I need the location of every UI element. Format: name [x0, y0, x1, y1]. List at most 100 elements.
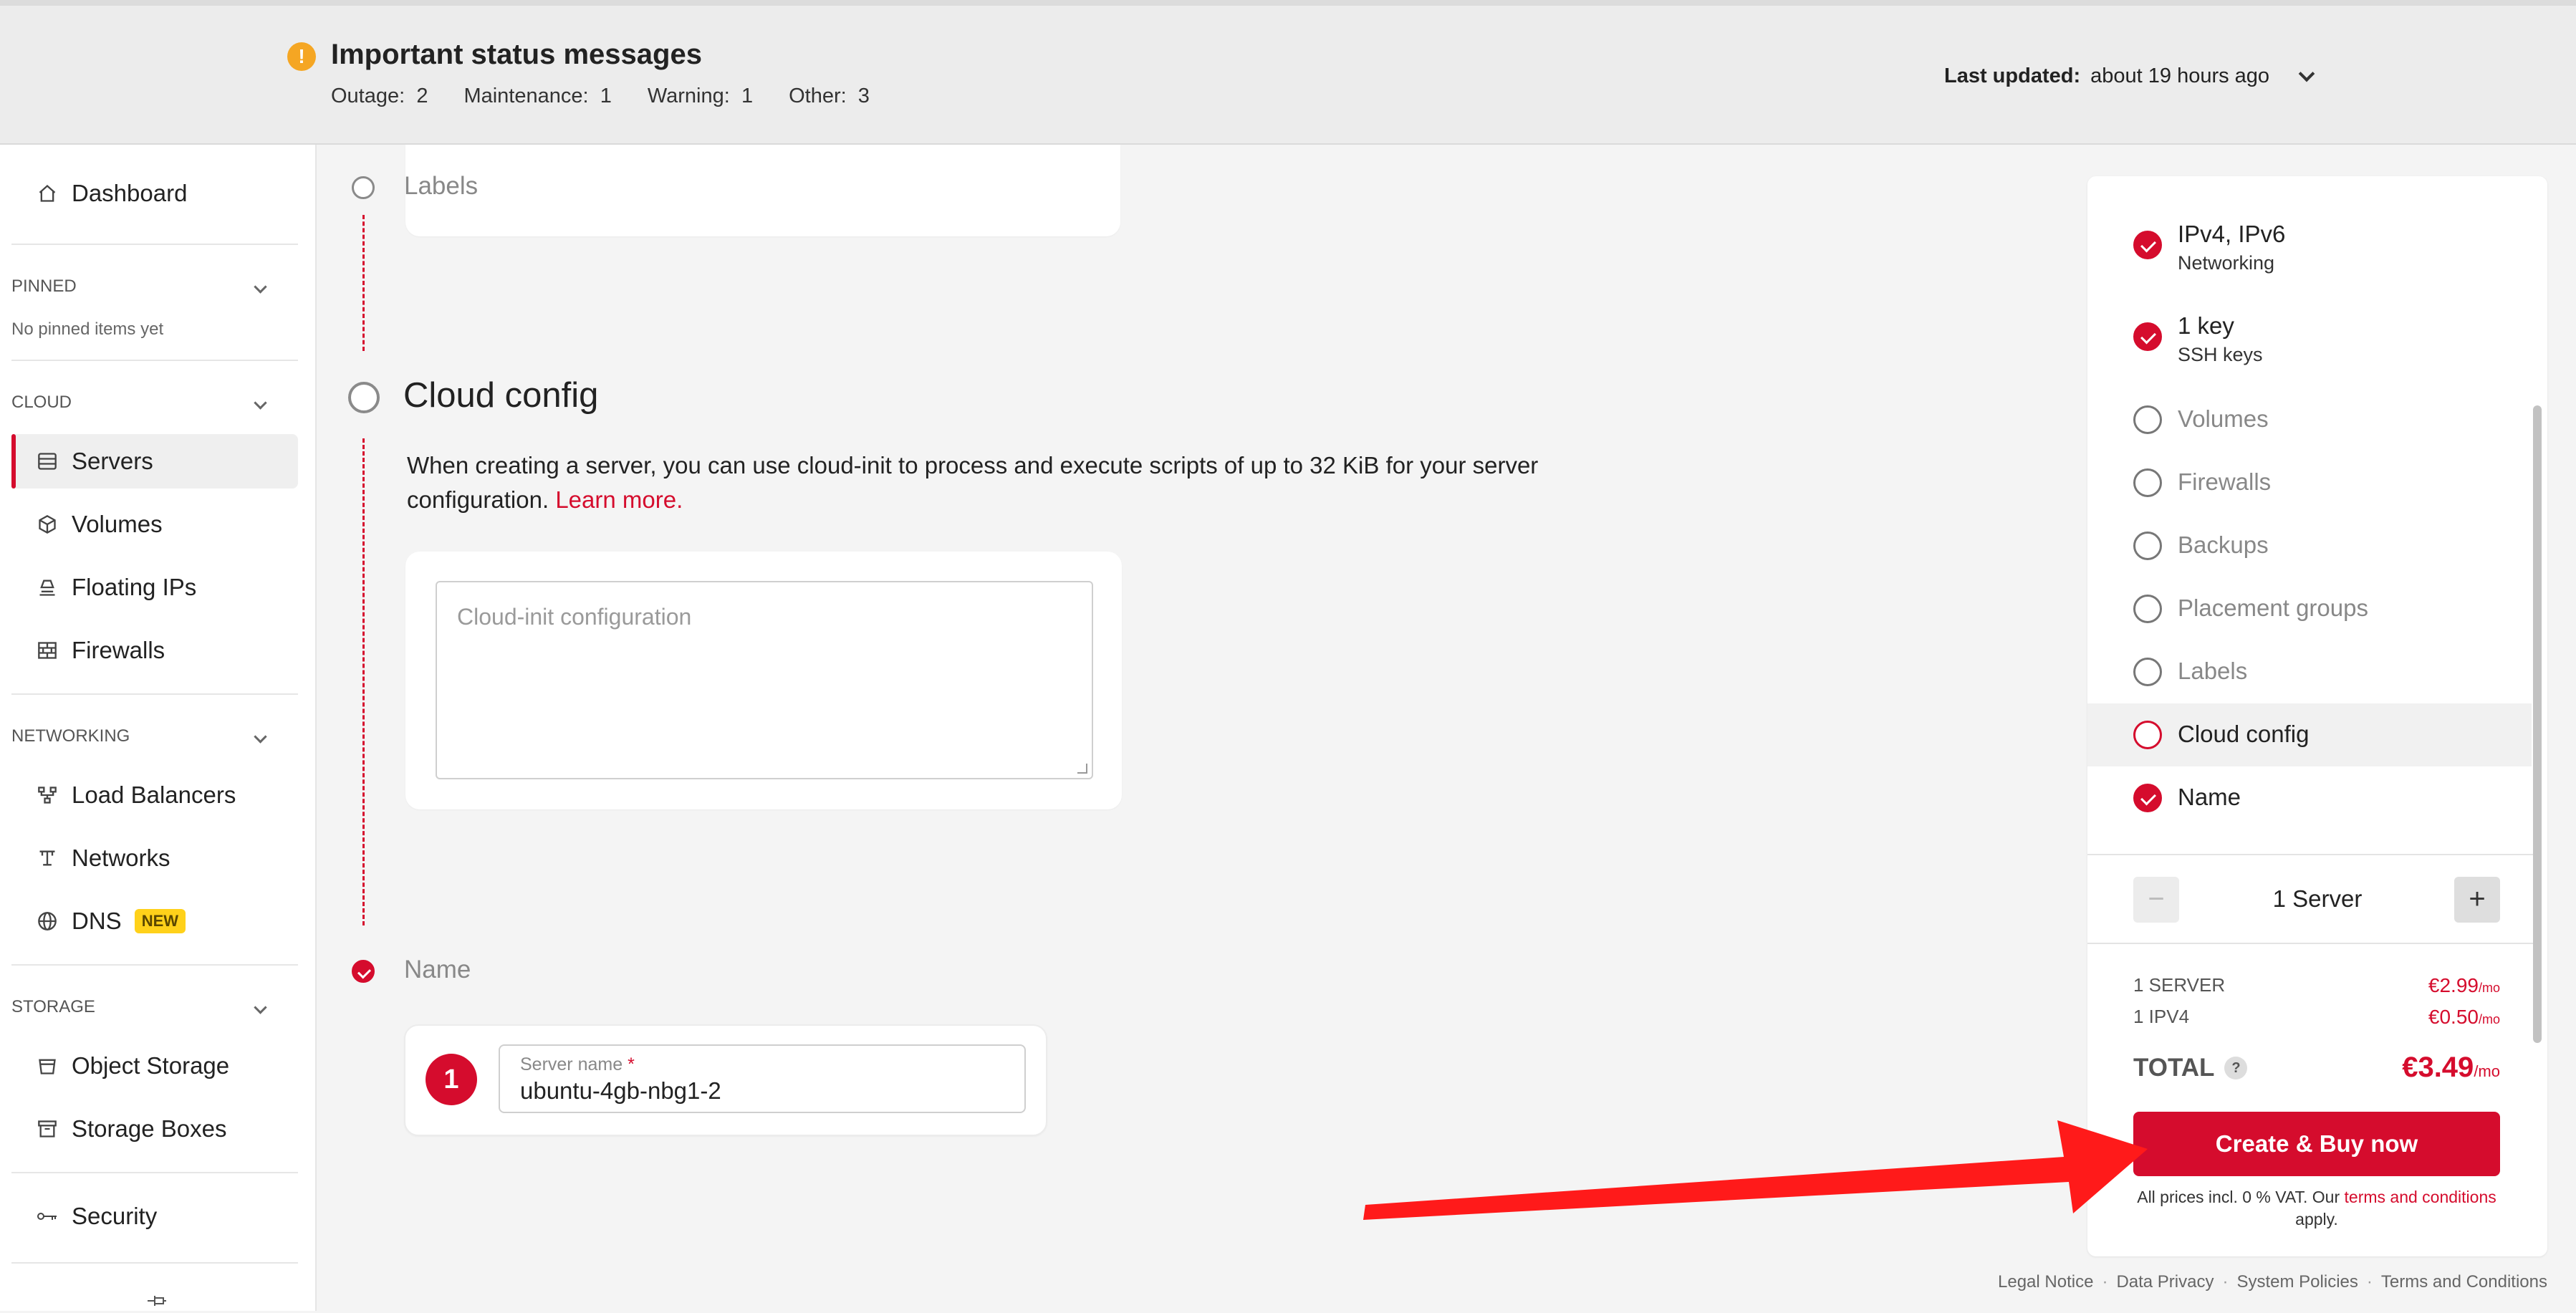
sidebar-item-label: Volumes: [72, 511, 163, 537]
sidebar-item-label: Dashboard: [72, 180, 188, 206]
divider: [2087, 943, 2533, 944]
server-name-value: ubuntu-4gb-nbg1-2: [520, 1077, 721, 1104]
chevron-down-icon[interactable]: [2298, 65, 2315, 82]
labels-step-title: Labels: [404, 172, 479, 200]
cube-icon: [34, 514, 60, 534]
maintenance-count: Maintenance: 1: [463, 85, 612, 107]
summary-cloud-config[interactable]: Cloud config: [2087, 703, 2532, 766]
sidebar-item-networks[interactable]: Networks: [11, 831, 298, 885]
summary-scrollbar[interactable]: [2533, 405, 2542, 1043]
load-balancer-icon: [34, 785, 60, 805]
sidebar-item-storage-boxes[interactable]: Storage Boxes: [11, 1102, 298, 1156]
summary-name[interactable]: Name: [2087, 766, 2532, 829]
network-icon: [34, 848, 60, 868]
learn-more-link[interactable]: Learn more.: [555, 486, 683, 513]
summary-labels[interactable]: Labels: [2087, 640, 2532, 703]
sidebar-item-label: Floating IPs: [72, 574, 197, 600]
sidebar-item-security[interactable]: Security: [11, 1189, 298, 1244]
data-privacy-link[interactable]: Data Privacy: [2116, 1272, 2214, 1292]
sidebar-item-label: Load Balancers: [72, 781, 236, 808]
name-step-indicator: [352, 960, 375, 983]
order-summary: IPv4, IPv6 Networking 1 key SSH keys Vol…: [2087, 176, 2547, 1256]
chevron-down-icon[interactable]: [254, 395, 267, 410]
key-icon: [34, 1209, 60, 1223]
last-updated-label: Last updated:: [1944, 64, 2081, 87]
labels-step-indicator: [352, 176, 375, 199]
server-index-badge: 1: [426, 1054, 477, 1105]
other-count: Other: 3: [789, 85, 870, 107]
summary-ssh-keys[interactable]: 1 key SSH keys: [2087, 295, 2532, 374]
sidebar-item-label: Object Storage: [72, 1052, 230, 1079]
summary-firewalls[interactable]: Firewalls: [2087, 451, 2532, 514]
cloud-init-textarea[interactable]: Cloud-init configuration: [436, 581, 1093, 779]
sidebar-item-label: DNS: [72, 908, 122, 934]
sidebar-item-label: Firewalls: [72, 637, 165, 663]
sidebar-item-object-storage[interactable]: Object Storage: [11, 1039, 298, 1093]
archive-box-icon: [34, 1119, 60, 1139]
brick-wall-icon: [34, 641, 60, 660]
last-updated[interactable]: Last updated: about 19 hours ago: [1944, 64, 2315, 88]
chevron-down-icon[interactable]: [254, 1000, 267, 1014]
section-storage[interactable]: STORAGE: [11, 997, 269, 1017]
home-icon: [34, 183, 60, 203]
divider: [11, 244, 298, 245]
server-icon: [34, 452, 60, 471]
vat-note: All prices incl. 0 % VAT. Our terms and …: [2137, 1188, 2496, 1228]
empty-circle-icon: [2133, 532, 2162, 560]
sidebar-item-floating-ips[interactable]: Floating IPs: [11, 560, 298, 615]
server-name-input[interactable]: Server name * ubuntu-4gb-nbg1-2: [499, 1044, 1026, 1113]
status-title: Important status messages: [331, 39, 702, 70]
divider: [11, 1262, 298, 1264]
name-step-title: Name: [404, 956, 471, 983]
section-pinned[interactable]: PINNED: [11, 276, 269, 297]
section-cloud[interactable]: CLOUD: [11, 393, 269, 413]
cloud-config-step-indicator: [348, 382, 380, 413]
new-badge: NEW: [134, 909, 186, 933]
section-networking[interactable]: NETWORKING: [11, 726, 269, 746]
legal-notice-link[interactable]: Legal Notice: [1998, 1272, 2093, 1292]
status-counts: Outage: 2 Maintenance: 1 Warning: 1 Othe…: [331, 85, 870, 108]
summary-volumes[interactable]: Volumes: [2087, 388, 2532, 451]
resize-grip-icon[interactable]: [1077, 764, 1087, 774]
terms-link[interactable]: terms and conditions: [2345, 1188, 2496, 1206]
cloud-config-description: When creating a server, you can use clou…: [407, 452, 1539, 513]
chevron-down-icon[interactable]: [254, 279, 267, 294]
exclamation-icon: !: [287, 42, 316, 71]
system-policies-link[interactable]: System Policies: [2236, 1272, 2358, 1292]
status-banner[interactable]: ! Important status messages Outage: 2 Ma…: [0, 6, 2576, 145]
summary-backups[interactable]: Backups: [2087, 514, 2532, 577]
price-line-server: 1 SERVER €2.99/mo: [2133, 974, 2500, 996]
sidebar-item-dashboard[interactable]: Dashboard: [11, 166, 298, 221]
cloud-config-title: Cloud config: [403, 376, 599, 415]
pin-icon[interactable]: [146, 1291, 168, 1313]
empty-circle-icon: [2133, 468, 2162, 497]
create-and-buy-button[interactable]: Create & Buy now: [2133, 1112, 2500, 1176]
divider: [2087, 854, 2533, 855]
empty-circle-icon: [2133, 721, 2162, 749]
divider: [11, 964, 298, 966]
terms-conditions-link[interactable]: Terms and Conditions: [2381, 1272, 2547, 1292]
empty-circle-icon: [2133, 405, 2162, 434]
bucket-icon: [34, 1056, 60, 1076]
warning-count: Warning: 1: [647, 85, 754, 107]
sidebar-item-volumes[interactable]: Volumes: [11, 497, 298, 552]
chevron-down-icon[interactable]: [254, 729, 267, 744]
check-icon: [2133, 322, 2162, 351]
sidebar-item-servers[interactable]: Servers: [11, 434, 298, 489]
summary-placement-groups[interactable]: Placement groups: [2087, 577, 2532, 640]
globe-icon: [34, 911, 60, 931]
last-updated-value: about 19 hours ago: [2090, 64, 2270, 87]
outage-count: Outage: 2: [331, 85, 428, 107]
empty-circle-icon: [2133, 595, 2162, 623]
sidebar-item-dns[interactable]: DNS NEW: [11, 894, 298, 948]
sidebar-item-label: Security: [72, 1203, 158, 1229]
summary-networking[interactable]: IPv4, IPv6 Networking: [2087, 205, 2532, 284]
labels-card: [405, 145, 1120, 236]
increase-servers-button[interactable]: +: [2454, 877, 2500, 923]
sidebar-item-firewalls[interactable]: Firewalls: [11, 623, 298, 678]
server-name-label: Server name *: [520, 1054, 635, 1074]
help-icon[interactable]: ?: [2224, 1056, 2248, 1079]
price-line-ipv4: 1 IPV4 €0.50/mo: [2133, 1006, 2500, 1028]
sidebar: Dashboard PINNED No pinned items yet CLO…: [0, 145, 317, 1311]
sidebar-item-load-balancers[interactable]: Load Balancers: [11, 768, 298, 822]
